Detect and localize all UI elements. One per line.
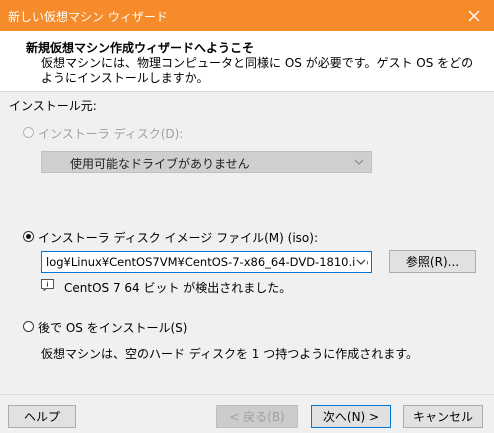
wizard-window: 新しい仮想マシン ウィザード 新規仮想マシン作成ウィザードへようこそ 仮想マシン… [0, 0, 494, 433]
dropdown-arrow-icon [353, 156, 365, 168]
detect-message: CentOS 7 64 ビット が検出されました。 [64, 281, 292, 295]
close-icon[interactable] [454, 0, 494, 31]
window-title: 新しい仮想マシン ウィザード [8, 10, 168, 24]
iso-radio[interactable] [23, 231, 34, 242]
header-title: 新規仮想マシン作成ウィザードへようこそ [26, 41, 255, 55]
disc-drive-select[interactable]: 使用可能なドライブがありません [41, 151, 372, 173]
info-icon [41, 279, 54, 294]
iso-option-label: インストーラ ディスク イメージ ファイル(M) (iso): [38, 231, 318, 245]
title-bar: 新しい仮想マシン ウィザード [0, 0, 494, 31]
cancel-button[interactable]: キャンセル [403, 405, 483, 428]
browse-button[interactable]: 参照(R)... [389, 250, 476, 273]
source-section-label: インストール元: [9, 99, 97, 113]
wizard-header: 新規仮想マシン作成ウィザードへようこそ 仮想マシンには、物理コンピュータと同様に… [0, 31, 494, 92]
later-description: 仮想マシンは、空のハード ディスクを 1 つ持つように作成されます。 [41, 347, 419, 361]
footer-separator [0, 394, 494, 395]
dropdown-arrow-icon[interactable] [355, 256, 367, 268]
back-button[interactable]: < 戻る(B) [216, 405, 298, 428]
disc-option-label: インストーラ ディスク(D): [38, 127, 184, 141]
next-button[interactable]: 次へ(N) > [311, 405, 391, 428]
later-option-label: 後で OS をインストール(S) [38, 321, 188, 335]
header-description: 仮想マシンには、物理コンピュータと同様に OS が必要です。ゲスト OS をどの… [41, 56, 474, 85]
iso-path-combobox[interactable]: log¥Linux¥CentOS7VM¥CentOS-7-x86_64-DVD-… [41, 251, 372, 273]
disc-radio[interactable] [23, 127, 34, 138]
help-button[interactable]: ヘルプ [8, 405, 76, 428]
radio-selected-dot [26, 234, 31, 239]
later-radio[interactable] [23, 321, 34, 332]
disc-drive-value: 使用可能なドライブがありません [70, 157, 250, 171]
iso-path-value: log¥Linux¥CentOS7VM¥CentOS-7-x86_64-DVD-… [46, 255, 369, 269]
